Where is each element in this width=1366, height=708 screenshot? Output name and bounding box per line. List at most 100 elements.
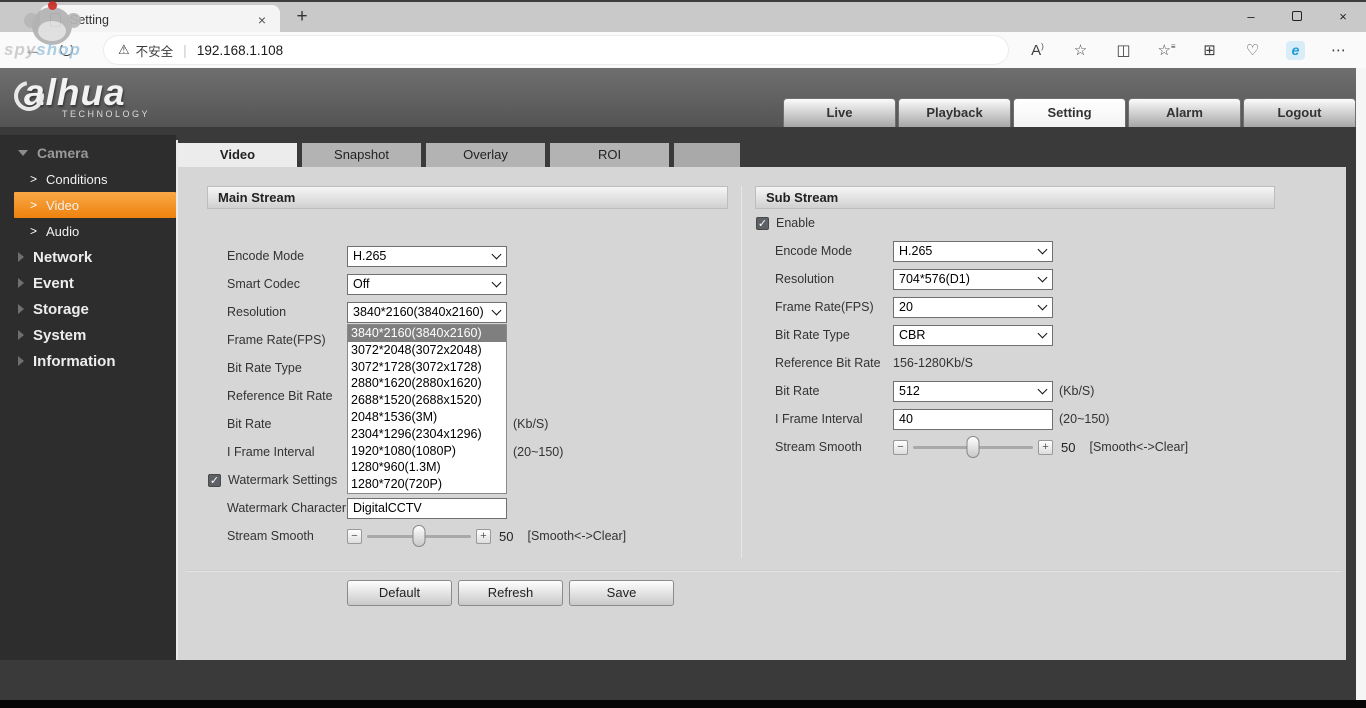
url-text: 192.168.1.108 (197, 43, 283, 58)
tab-roi[interactable]: ROI (550, 143, 669, 167)
dropdown-option[interactable]: 2304*1296(2304x1296) (348, 426, 506, 443)
sub-stream-smooth-slider: − + 50 [Smooth<->Clear] (893, 440, 1188, 455)
tab-video[interactable]: Video (178, 143, 297, 167)
favorites-star-icon[interactable]: ☆ (1059, 41, 1102, 59)
slider-plus-button[interactable]: + (476, 529, 491, 544)
favorites-hub-icon[interactable]: ☆≡ (1145, 41, 1188, 59)
chevron-right-icon: > (30, 172, 37, 186)
frame-rate-row: Frame Rate(FPS) 20 (755, 293, 1275, 321)
sub-bit-rate-type-select[interactable]: CBR (893, 325, 1053, 346)
sidebar-group-system[interactable]: System (0, 322, 176, 348)
slider-minus-button[interactable]: − (347, 529, 362, 544)
triangle-right-icon (18, 304, 24, 314)
slider-plus-button[interactable]: + (1038, 440, 1053, 455)
ie-mode-icon[interactable]: e (1274, 41, 1317, 60)
chevron-down-icon (1038, 328, 1048, 338)
save-button[interactable]: Save (569, 580, 674, 606)
reference-bit-rate-label: Reference Bit Rate (775, 356, 893, 370)
triangle-right-icon (18, 252, 24, 262)
tab-title: Setting (70, 13, 254, 27)
encode-mode-label: Encode Mode (775, 244, 893, 258)
sidebar-item-label: Video (46, 198, 79, 213)
page-scrollbar[interactable] (1356, 68, 1366, 700)
sidebar-group-label: Network (33, 249, 92, 266)
stream-smooth-hint: [Smooth<->Clear] (527, 529, 626, 543)
sub-resolution-select[interactable]: 704*576(D1) (893, 269, 1053, 290)
encode-mode-select[interactable]: H.265 (347, 246, 507, 267)
nav-playback-button[interactable]: Playback (898, 98, 1011, 127)
chevron-down-icon (492, 305, 502, 315)
watermark-character-input[interactable]: DigitalCCTV (347, 498, 507, 519)
nav-live-button[interactable]: Live (783, 98, 896, 127)
slider-handle[interactable] (413, 525, 426, 547)
dropdown-option[interactable]: 3072*2048(3072x2048) (348, 342, 506, 359)
tab-snapshot[interactable]: Snapshot (302, 143, 421, 167)
sidebar-item-video[interactable]: > Video (14, 192, 176, 218)
address-bar[interactable]: ⚠ 不安全 | 192.168.1.108 (104, 36, 1008, 64)
refresh-button[interactable]: Refresh (458, 580, 563, 606)
dropdown-option[interactable]: 3840*2160(3840x2160) (348, 325, 506, 342)
window-close-button[interactable]: × (1320, 2, 1366, 34)
sidebar-group-event[interactable]: Event (0, 270, 176, 296)
stream-smooth-row: Stream Smooth − + 50 [Smooth<->Clear] (755, 433, 1275, 461)
security-warning-text: 不安全 (136, 41, 174, 60)
slider-minus-button[interactable]: − (893, 440, 908, 455)
dropdown-option[interactable]: 2688*1520(2688x1520) (348, 392, 506, 409)
dropdown-option[interactable]: 1280*960(1.3M) (348, 459, 506, 476)
window-maximize-button[interactable] (1274, 2, 1320, 34)
sidebar-group-storage[interactable]: Storage (0, 296, 176, 322)
resolution-row: Resolution 3840*2160(3840x2160) (207, 298, 728, 326)
stream-smooth-row: Stream Smooth − + 50 [Smooth<->Clear] (207, 522, 728, 550)
resolution-row: Resolution 704*576(D1) (755, 265, 1275, 293)
reference-bit-rate-value: 156-1280Kb/S (893, 356, 973, 370)
nav-logout-button[interactable]: Logout (1243, 98, 1356, 127)
sub-i-frame-interval-input[interactable]: 40 (893, 409, 1053, 430)
default-button[interactable]: Default (347, 580, 452, 606)
nav-alarm-button[interactable]: Alarm (1128, 98, 1241, 127)
sub-frame-rate-select[interactable]: 20 (893, 297, 1053, 318)
watermark-settings-checkbox[interactable]: ✓ (208, 474, 221, 487)
i-frame-interval-range: (20~150) (513, 445, 563, 459)
window-minimize-button[interactable]: – (1228, 2, 1274, 34)
dropdown-option[interactable]: 3072*1728(3072x1728) (348, 359, 506, 376)
nav-setting-button[interactable]: Setting (1013, 98, 1126, 127)
security-warning-icon: ⚠ (118, 42, 130, 58)
sub-encode-mode-select[interactable]: H.265 (893, 241, 1053, 262)
resolution-select[interactable]: 3840*2160(3840x2160) (347, 302, 507, 323)
tab-close-icon[interactable]: × (254, 12, 270, 28)
dropdown-option[interactable]: 1280*720(720P) (348, 476, 506, 493)
new-tab-button[interactable]: + (290, 6, 314, 28)
sidebar-item-conditions[interactable]: > Conditions (14, 166, 176, 192)
slider-track[interactable] (913, 446, 1033, 449)
dropdown-option[interactable]: 1920*1080(1080P) (348, 443, 506, 460)
smart-codec-label: Smart Codec (227, 277, 347, 291)
sidebar-group-network[interactable]: Network (0, 244, 176, 270)
dropdown-option[interactable]: 2048*1536(3M) (348, 409, 506, 426)
chevron-down-icon (1038, 300, 1048, 310)
slider-track[interactable] (367, 535, 471, 538)
chevron-down-icon (1038, 272, 1048, 282)
smart-codec-select[interactable]: Off (347, 274, 507, 295)
collections-icon[interactable]: ⊞ (1188, 41, 1231, 59)
read-aloud-icon[interactable]: A) (1016, 42, 1059, 59)
i-frame-interval-row: I Frame Interval 40 (20~150) (755, 405, 1275, 433)
bit-rate-row: Bit Rate 512 (Kb/S) (755, 377, 1275, 405)
slider-handle[interactable] (967, 436, 980, 458)
dropdown-option[interactable]: 2880*1620(2880x1620) (348, 375, 506, 392)
window-controls: – × (1228, 2, 1366, 34)
sidebar-item-audio[interactable]: > Audio (14, 218, 176, 244)
chevron-right-icon: > (30, 198, 37, 212)
screen: Setting × + – × ← ⚠ 不安全 | 192.168.1.108 … (0, 0, 1366, 708)
tab-overlay[interactable]: Overlay (426, 143, 545, 167)
sidebar-item-label: Conditions (46, 172, 107, 187)
stream-smooth-hint: [Smooth<->Clear] (1089, 440, 1188, 454)
browser-essentials-icon[interactable]: ♡ (1231, 41, 1274, 59)
watermark-settings-label: Watermark Settings (228, 473, 337, 487)
enable-checkbox[interactable]: ✓ (756, 217, 769, 230)
sub-bit-rate-select[interactable]: 512 (893, 381, 1053, 402)
more-menu-icon[interactable]: ⋯ (1317, 41, 1360, 59)
sidebar-group-camera[interactable]: Camera (0, 140, 176, 166)
split-screen-icon[interactable]: ◫ (1102, 41, 1145, 59)
sidebar-group-information[interactable]: Information (0, 348, 176, 374)
smart-codec-row: Smart Codec Off (207, 270, 728, 298)
